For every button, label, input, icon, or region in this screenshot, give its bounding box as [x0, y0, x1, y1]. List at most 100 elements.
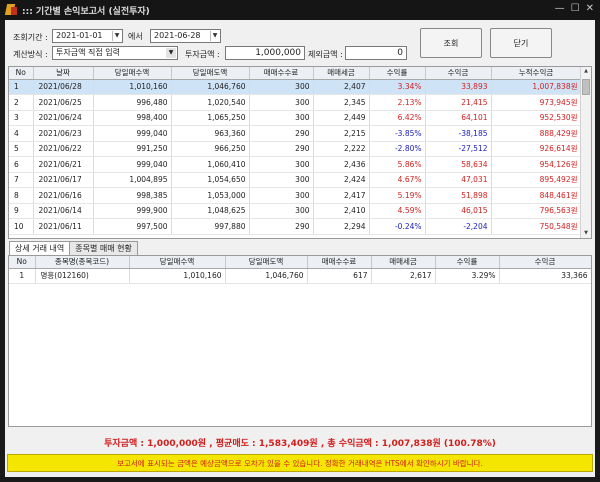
date-to-picker[interactable]: 2021-06-28 ▼	[150, 29, 221, 43]
table-row[interactable]: 1 명흥(012160) 1,010,160 1,046,760 617 2,617 3.2…	[9, 268, 591, 284]
table-cell: 4.59%	[369, 203, 426, 219]
table-row[interactable]: 2 2021/06/25 996,480 1,020,540 300 2,345 2.13%…	[9, 94, 582, 111]
table-cell: 617	[307, 268, 372, 284]
table-cell: 58,634	[425, 156, 492, 173]
date-to-value: 2021-06-28	[154, 31, 201, 40]
table-cell: 64,101	[425, 110, 492, 126]
tab-trade-details[interactable]: 상세 거래 내역	[9, 241, 71, 256]
table-cell: 963,360	[171, 125, 250, 142]
table-cell: 300	[249, 187, 314, 204]
table-cell: 290	[249, 141, 314, 157]
close-icon[interactable]: ✕	[586, 4, 594, 14]
table-cell: 46,015	[425, 203, 492, 219]
table-cell: 4.67%	[369, 172, 426, 188]
column-header[interactable]: 누적수익금	[491, 67, 582, 80]
column-header[interactable]: 당일매도액	[171, 67, 250, 80]
scroll-down-icon[interactable]: ▼	[581, 229, 591, 238]
table-row[interactable]: 4 2021/06/23 999,040 963,360 290 2,215 -3.85% -…	[9, 125, 582, 142]
app-logo-icon	[4, 4, 18, 16]
table-row[interactable]: 1 2021/06/28 1,010,160 1,046,760 300 2,407 3.3…	[9, 79, 582, 95]
notice-banner: 보고서에 표시되는 금액은 예상금액으로 오차가 있을 수 있습니다. 정확한 …	[7, 454, 593, 472]
vertical-scrollbar[interactable]: ▲ ▼	[580, 67, 591, 238]
table-cell: 2,294	[313, 218, 370, 235]
table-cell: 5	[9, 141, 34, 157]
table-cell: 8	[9, 187, 34, 204]
table-cell: -2.80%	[369, 141, 426, 157]
stock-detail-grid: No 종목명(종목코드) 당일매수액 당일매도액 매매수수료 매매세금 수익률 수익금 1 명흥…	[8, 255, 592, 427]
column-header[interactable]: 수익률	[435, 256, 500, 269]
table-row[interactable]: 9 2021/06/14 999,900 1,048,625 300 2,410 4.59%…	[9, 203, 582, 219]
column-header[interactable]: No	[9, 67, 34, 80]
table-cell: 290	[249, 125, 314, 142]
table-cell: 2,424	[313, 172, 370, 188]
table-cell: 300	[249, 156, 314, 173]
table-cell: -38,185	[425, 125, 492, 142]
table-cell: 6.42%	[369, 110, 426, 126]
column-header[interactable]: 당일매도액	[225, 256, 308, 269]
table-cell: 973,945원	[491, 94, 582, 111]
table-cell: 2.13%	[369, 94, 426, 111]
column-header[interactable]: 매매세금	[371, 256, 436, 269]
date-from-picker[interactable]: 2021-01-01 ▼	[52, 29, 123, 43]
table-cell: 4	[9, 125, 34, 142]
table-cell: 1,004,895	[93, 172, 172, 188]
table-cell: 2021/06/23	[33, 125, 94, 142]
chevron-down-icon[interactable]: ▼	[166, 48, 176, 58]
table-cell: 5.86%	[369, 156, 426, 173]
calc-method-select[interactable]: 투자금액 직접 입력 ▼	[52, 46, 178, 60]
query-button[interactable]: 조회	[420, 28, 482, 58]
table-row[interactable]: 10 2021/06/11 997,500 997,880 290 2,294 -0.24%…	[9, 218, 582, 235]
calc-method-label: 계산방식 :	[13, 50, 48, 59]
table-cell: 848,461원	[491, 187, 582, 204]
maximize-icon[interactable]: ☐	[571, 4, 580, 14]
table-row[interactable]: 8 2021/06/16 998,385 1,053,000 300 2,417 5.19%…	[9, 187, 582, 204]
exclude-amount-input[interactable]: 0	[345, 46, 407, 60]
column-header[interactable]: 당일매수액	[93, 67, 172, 80]
table-cell: 2,215	[313, 125, 370, 142]
table-row[interactable]: 6 2021/06/21 999,040 1,060,410 300 2,436 5.86%…	[9, 156, 582, 173]
calendar-dropdown-icon[interactable]: ▼	[210, 31, 219, 41]
table-cell: 33,366	[499, 268, 591, 284]
column-header[interactable]: 종목명(종목코드)	[35, 256, 130, 269]
table-cell: 7	[9, 172, 34, 188]
table-cell: 2021/06/25	[33, 94, 94, 111]
invest-amount-input[interactable]: 1,000,000	[225, 46, 305, 60]
table-cell: 2	[9, 94, 34, 111]
table-cell: 1,060,410	[171, 156, 250, 173]
column-header[interactable]: 당일매수액	[129, 256, 226, 269]
scroll-up-icon[interactable]: ▲	[581, 67, 591, 76]
table-cell: 926,614원	[491, 141, 582, 157]
table-cell: 750,548원	[491, 218, 582, 235]
table-cell: 1	[9, 79, 34, 95]
table-cell: 290	[249, 218, 314, 235]
column-header[interactable]: No	[9, 256, 36, 269]
table-cell: 2,617	[371, 268, 436, 284]
column-header[interactable]: 매매수수료	[307, 256, 372, 269]
table-cell: 2021/06/28	[33, 79, 94, 95]
table-cell: 1,054,650	[171, 172, 250, 188]
table-cell: 300	[249, 79, 314, 95]
close-button[interactable]: 닫기	[490, 28, 552, 58]
column-header[interactable]: 수익금	[425, 67, 492, 80]
table-row[interactable]: 5 2021/06/22 991,250 966,250 290 2,222 -2.80% -…	[9, 141, 582, 157]
minimize-icon[interactable]: —	[555, 4, 565, 14]
scroll-thumb[interactable]	[582, 79, 590, 95]
column-header[interactable]: 수익금	[499, 256, 591, 269]
table-cell: -3.85%	[369, 125, 426, 142]
table-row[interactable]: 7 2021/06/17 1,004,895 1,054,650 300 2,424 4.6…	[9, 172, 582, 188]
report-window: 조회기간 : 2021-01-01 ▼ 에서 2021-06-28 ▼ 계산방식…	[5, 20, 595, 477]
calendar-dropdown-icon[interactable]: ▼	[112, 31, 121, 41]
table-cell: 2,449	[313, 110, 370, 126]
tab-stock-summary[interactable]: 종목별 매매 현황	[69, 241, 138, 255]
column-header[interactable]: 날짜	[33, 67, 94, 80]
table-row[interactable]: 3 2021/06/24 998,400 1,065,250 300 2,449 6.42%…	[9, 110, 582, 126]
table-cell: 1,065,250	[171, 110, 250, 126]
column-header[interactable]: 매매세금	[313, 67, 370, 80]
table-cell: 21,415	[425, 94, 492, 111]
table-cell: 2,222	[313, 141, 370, 157]
table-cell: 2,345	[313, 94, 370, 111]
table-cell: 2,436	[313, 156, 370, 173]
column-header[interactable]: 매매수수료	[249, 67, 314, 80]
invest-amount-label: 투자금액 :	[185, 50, 220, 59]
column-header[interactable]: 수익률	[369, 67, 426, 80]
